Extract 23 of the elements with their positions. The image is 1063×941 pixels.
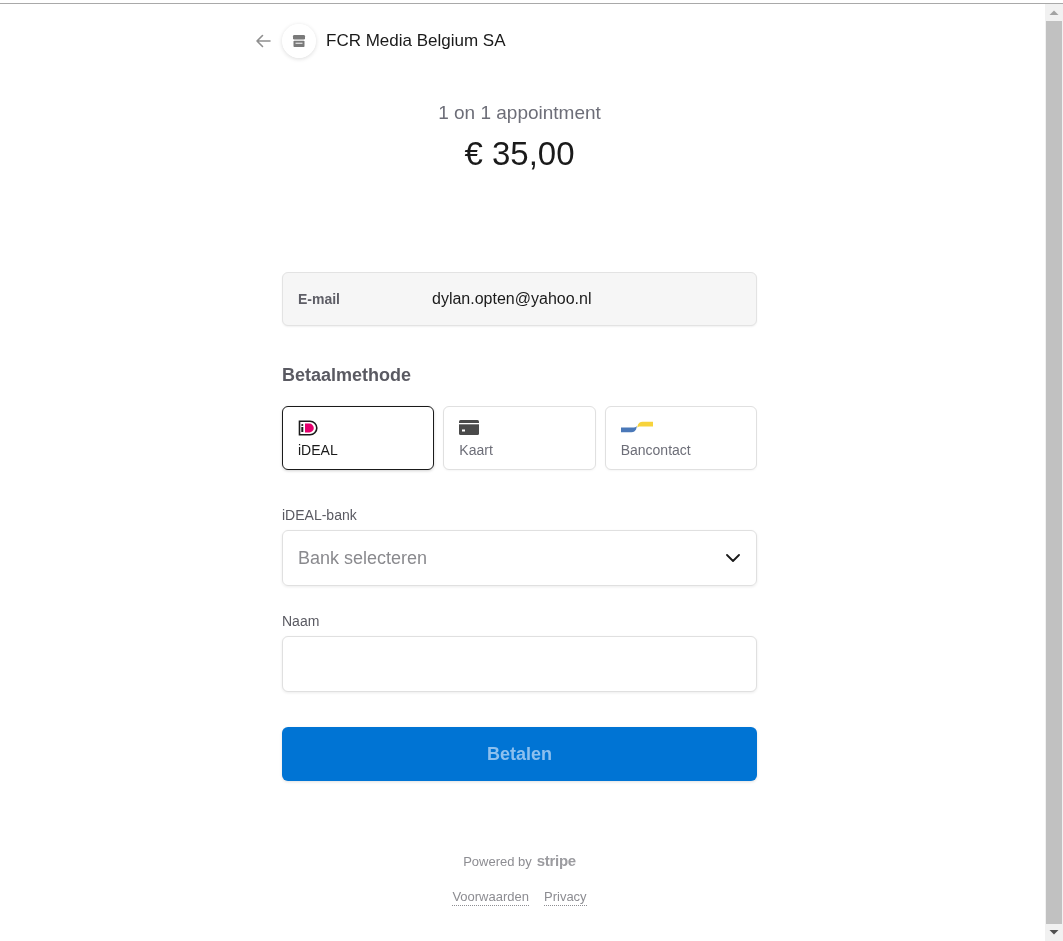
name-input[interactable] <box>282 636 757 692</box>
email-value: dylan.opten@yahoo.nl <box>432 290 592 308</box>
merchant-name: FCR Media Belgium SA <box>326 30 506 52</box>
price: € 35,00 <box>464 135 575 173</box>
ideal-logo-icon <box>298 420 319 436</box>
stripe-logo[interactable]: stripe <box>536 852 576 869</box>
payment-method-tab[interactable]: iDEAL <box>282 406 435 470</box>
payment-method-tab[interactable]: Bancontact <box>604 406 757 470</box>
store-icon <box>282 24 316 58</box>
product-name: 1 on 1 appointment <box>438 101 601 125</box>
field-label: iDEAL-bank <box>282 506 358 525</box>
footer-link[interactable]: Voorwaarden <box>452 888 529 906</box>
section-heading: Betaalmethode <box>282 364 413 387</box>
card-icon <box>459 420 480 435</box>
bancontact-logo-icon <box>620 421 653 433</box>
back-arrow-icon[interactable] <box>255 33 271 49</box>
payment-method-tab[interactable]: Kaart <box>443 406 596 470</box>
bank-select[interactable]: Bank selecteren <box>282 530 757 586</box>
email-label: E-mail <box>298 291 341 307</box>
powered-by-text: Powered by <box>463 853 532 871</box>
chevron-down-icon <box>726 554 740 562</box>
field-label: Naam <box>282 612 321 631</box>
footer-link[interactable]: Privacy <box>544 888 587 906</box>
